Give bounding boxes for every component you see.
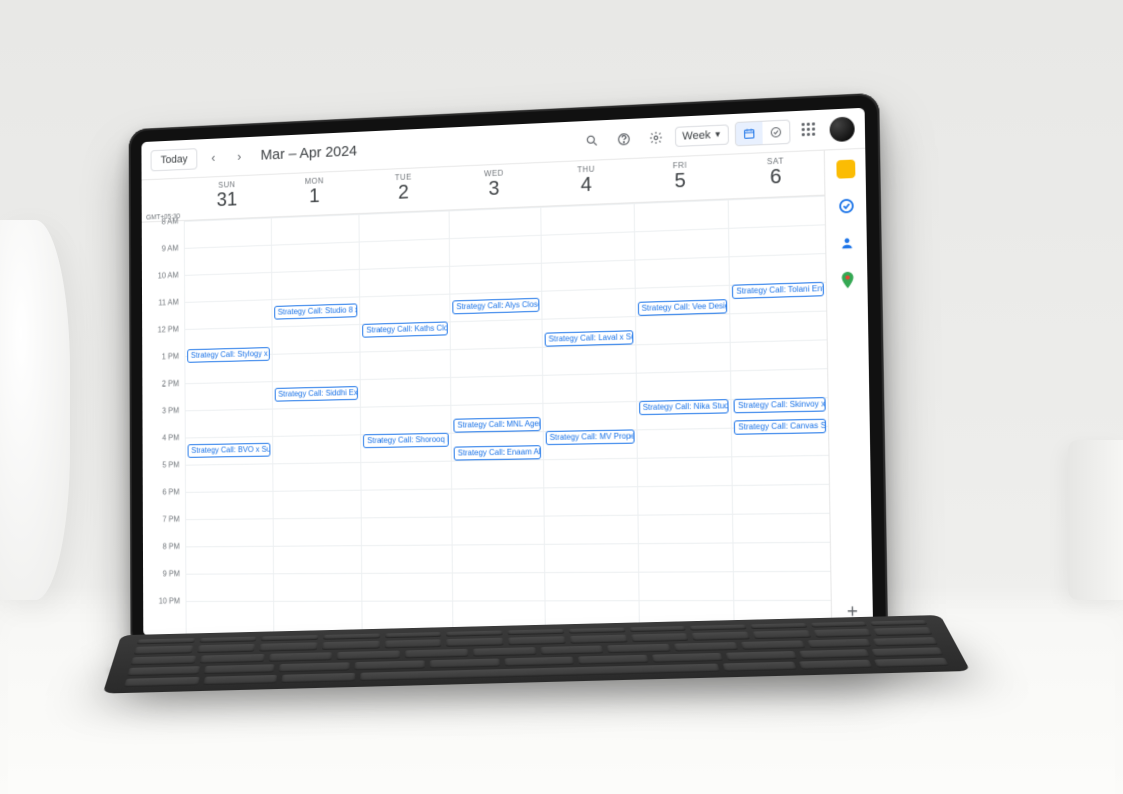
hour-label: 4 PM — [162, 433, 179, 442]
calendar-event[interactable]: Strategy Call: Siddhi Expo — [274, 386, 358, 402]
calendar-event[interactable]: Strategy Call: Stylogy x Su — [187, 347, 269, 363]
keep-icon[interactable] — [836, 160, 855, 179]
hour-label: 1 PM — [162, 352, 179, 361]
day-header[interactable]: SUN31 — [184, 175, 271, 220]
settings-icon[interactable] — [643, 124, 669, 151]
day-number: 3 — [448, 176, 540, 202]
calendar-event[interactable]: Strategy Call: Skinvoy x S — [734, 397, 826, 413]
hour-label: 3 PM — [162, 406, 179, 415]
hour-label: 2 PM — [162, 379, 179, 388]
google-apps-icon[interactable] — [796, 116, 823, 144]
mug-prop — [1068, 440, 1123, 600]
prev-week-button[interactable]: ‹ — [203, 146, 223, 168]
date-range-title: Mar – Apr 2024 — [261, 143, 358, 164]
hour-label: 8 PM — [163, 542, 180, 551]
side-panel: + › — [824, 149, 874, 638]
day-column[interactable]: Strategy Call: Stylogy x Su Strategy Call… — [184, 218, 273, 637]
calendar-event[interactable]: Strategy Call: Studio 8 x S — [274, 303, 358, 319]
day-number: 5 — [633, 168, 728, 194]
calendar-layout-button[interactable] — [736, 121, 763, 145]
view-selector[interactable]: Week ▼ — [675, 124, 729, 147]
chevron-down-icon: ▼ — [714, 130, 722, 139]
maps-icon[interactable] — [838, 271, 857, 290]
hour-label: 9 AM — [162, 244, 179, 253]
calendar-event[interactable]: Strategy Call: Kaths Cloth — [363, 321, 448, 337]
calendar-event[interactable]: Strategy Call: Alys Closet — [452, 298, 539, 315]
day-header[interactable]: SAT6 — [727, 151, 824, 199]
calendar-event[interactable]: Strategy Call: Canvas Stu — [734, 419, 826, 435]
day-column[interactable]: Strategy Call: Tolani Enter Strategy Call… — [728, 196, 831, 638]
calendar-event[interactable]: Strategy Call: Laval x Sub — [544, 330, 632, 346]
vase-prop — [0, 220, 70, 600]
day-number: 6 — [728, 164, 825, 190]
day-column[interactable]: Strategy Call: Laval x SubStrategy Call:… — [540, 203, 638, 637]
day-column[interactable]: Strategy Call: Studio 8 x S Strategy Call… — [271, 214, 362, 636]
day-number: 1 — [270, 184, 358, 209]
hour-label: 7 PM — [162, 515, 179, 524]
tasks-icon[interactable] — [836, 196, 855, 215]
day-column[interactable]: Strategy Call: Alys Closet Strategy Call:… — [449, 207, 545, 637]
tablet-device: Today ‹ › Mar – Apr 2024 Week ▼ — [108, 110, 878, 650]
hour-label: 9 PM — [163, 569, 180, 578]
day-column[interactable]: Strategy Call: Kaths Cloth Strategy Call:… — [359, 210, 453, 636]
time-gutter: GMT+05:30 8 AM9 AM10 AM11 AM12 PM1 PM2 P… — [142, 221, 186, 636]
hour-label: 11 AM — [158, 298, 178, 307]
day-header[interactable]: THU4 — [540, 159, 634, 206]
calendar-grid[interactable]: GMT+05:30 8 AM9 AM10 AM11 AM12 PM1 PM2 P… — [142, 196, 832, 638]
hour-label: 12 PM — [158, 325, 179, 334]
calendar-event[interactable]: Strategy Call: Shorooq Inte — [363, 433, 449, 448]
tasks-layout-button[interactable] — [762, 120, 789, 144]
hour-label: 5 PM — [162, 460, 179, 469]
calendar-event[interactable]: Strategy Call: Enaam Ali x — [454, 445, 541, 460]
day-column[interactable]: Strategy Call: Vee Design Strategy Call: … — [633, 199, 734, 637]
day-header[interactable]: MON1 — [270, 171, 359, 217]
calendar-event[interactable]: Strategy Call: Tolani Enter — [732, 282, 824, 299]
calendar-event[interactable]: Strategy Call: Nika Studio — [639, 399, 729, 415]
account-avatar[interactable] — [829, 116, 854, 142]
calendar-event[interactable]: Strategy Call: Vee Design — [637, 299, 727, 316]
contacts-icon[interactable] — [837, 233, 856, 252]
hour-label: 10 AM — [158, 271, 179, 280]
today-button[interactable]: Today — [151, 148, 198, 171]
day-number: 31 — [184, 187, 271, 212]
day-header[interactable]: FRI5 — [633, 155, 728, 202]
day-number: 2 — [359, 180, 449, 205]
hour-label: 6 PM — [162, 488, 179, 497]
layout-toggle — [735, 119, 791, 146]
calendar-app: Today ‹ › Mar – Apr 2024 Week ▼ — [141, 108, 873, 638]
hour-label: 10 PM — [159, 597, 180, 606]
calendar-event[interactable]: Strategy Call: MNL Agenc — [454, 417, 541, 433]
hour-label: 8 AM — [162, 217, 179, 226]
calendar-event[interactable]: Strategy Call: BVO x Subtl — [188, 443, 271, 458]
view-selector-label: Week — [682, 129, 710, 142]
day-header[interactable]: WED3 — [448, 163, 540, 209]
